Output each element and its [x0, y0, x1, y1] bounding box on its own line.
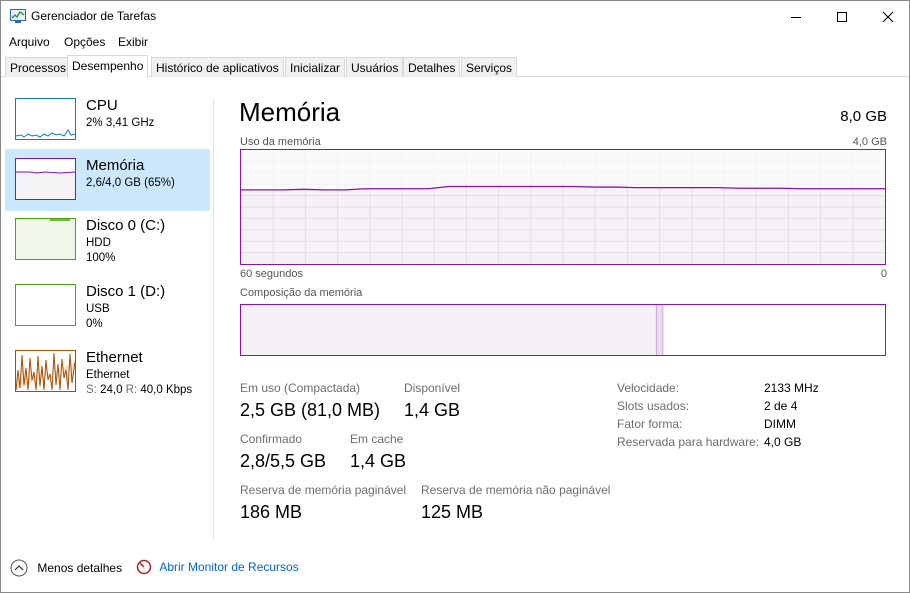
- window-title: Gerenciador de Tarefas: [31, 9, 157, 23]
- resource-monitor-label: Abrir Monitor de Recursos: [159, 560, 299, 574]
- maximize-button[interactable]: [819, 1, 865, 32]
- sidebar-cpu-usage: 2% 3,41 GHz: [86, 117, 155, 129]
- sidebar-memory-title: Memória: [86, 157, 145, 174]
- sidebar-item-memory[interactable]: Memória 2,6/4,0 GB (65%): [5, 149, 210, 211]
- form-factor-value: DIMM: [764, 417, 796, 431]
- performance-content: CPU 2% 3,41 GHz Memória 2,6/4,0 GB (65%)…: [1, 77, 909, 549]
- page-title: Memória: [239, 97, 341, 127]
- tab-details[interactable]: Detalhes: [403, 57, 461, 77]
- task-manager-window: Gerenciador de Tarefas Arquivo Opções Ex…: [0, 0, 910, 593]
- tab-services[interactable]: Serviços: [461, 57, 518, 77]
- tab-performance[interactable]: Desempenho: [67, 55, 149, 78]
- menu-options[interactable]: Opções: [64, 35, 105, 49]
- form-factor-label: Fator forma:: [617, 417, 683, 431]
- usage-free-area: [241, 150, 885, 190]
- close-button[interactable]: [865, 1, 910, 32]
- task-manager-icon: [10, 9, 26, 23]
- sidebar-ethernet-title: Ethernet: [86, 349, 143, 366]
- usage-graph-label: Uso da memória: [240, 136, 321, 148]
- ethernet-thumbnail-graph: [15, 350, 76, 392]
- minimize-button[interactable]: [773, 1, 819, 32]
- menu-view[interactable]: Exibir: [118, 35, 148, 49]
- sidebar-item-ethernet[interactable]: Ethernet Ethernet S: 24,0 R: 40,0 Kbps: [5, 343, 210, 405]
- usage-graph-max: 4,0 GB: [852, 136, 887, 148]
- resource-sidebar: CPU 2% 3,41 GHz Memória 2,6/4,0 GB (65%)…: [5, 91, 211, 547]
- paged-pool-value: 186 MB: [240, 502, 303, 522]
- cpu-thumbnail-graph: [15, 98, 76, 140]
- tab-startup[interactable]: Inicializar: [285, 57, 346, 77]
- speed-value: 2133 MHz: [764, 381, 819, 395]
- sidebar-disk0-usage: 100%: [86, 252, 116, 264]
- maximize-icon: [837, 11, 847, 22]
- cached-label: Em cache: [350, 432, 404, 446]
- nonpaged-pool-label: Reserva de memória não paginável: [421, 483, 611, 497]
- hardware-reserved-label: Reservada para hardware:: [617, 435, 760, 449]
- open-resource-monitor-link[interactable]: Abrir Monitor de Recursos: [136, 559, 299, 575]
- sidebar-disk0-type: HDD: [86, 237, 111, 249]
- less-details-label: Menos detalhes: [37, 561, 123, 575]
- speed-label: Velocidade:: [617, 381, 680, 395]
- ethernet-receive-label: R:: [125, 384, 138, 396]
- composition-label: Composição da memória: [240, 287, 363, 299]
- graph-time-label: 60 segundos: [240, 268, 303, 280]
- available-label: Disponível: [404, 381, 461, 395]
- slots-label: Slots usados:: [617, 399, 690, 413]
- tab-strip: Processos Desempenho Histórico de aplica…: [1, 55, 909, 78]
- sidebar-divider: [213, 99, 214, 539]
- sidebar-memory-usage: 2,6/4,0 GB (65%): [86, 177, 175, 189]
- chevron-up-icon: [10, 559, 28, 577]
- memory-detail-panel: Memória 8,0 GB Uso da memória 4,0 GB 60 …: [239, 77, 887, 549]
- sidebar-item-disk0[interactable]: Disco 0 (C:) HDD 100%: [5, 211, 210, 273]
- sidebar-item-disk1[interactable]: Disco 1 (D:) USB 0%: [5, 277, 210, 339]
- sidebar-disk1-usage: 0%: [86, 318, 103, 330]
- ethernet-send-value: 24,0: [100, 384, 123, 396]
- available-value: 1,4 GB: [404, 400, 461, 420]
- menu-file[interactable]: Arquivo: [9, 35, 50, 49]
- sidebar-disk1-title: Disco 1 (D:): [86, 283, 166, 300]
- committed-label: Confirmado: [240, 432, 303, 446]
- in-use-value: 2,5 GB (81,0 MB): [240, 400, 381, 420]
- sidebar-cpu-title: CPU: [86, 97, 118, 114]
- ethernet-receive-value: 40,0 Kbps: [140, 384, 193, 396]
- menu-bar: Arquivo Opções Exibir: [1, 32, 909, 52]
- title-bar[interactable]: Gerenciador de Tarefas: [1, 1, 909, 32]
- tab-users[interactable]: Usuários: [346, 57, 404, 77]
- sidebar-item-cpu[interactable]: CPU 2% 3,41 GHz: [5, 91, 210, 153]
- sidebar-ethernet-adapter: Ethernet: [86, 369, 130, 381]
- paged-pool-label: Reserva de memória paginável: [240, 483, 407, 497]
- close-icon: [882, 11, 894, 22]
- in-use-label: Em uso (Compactada): [240, 381, 361, 395]
- sidebar-disk1-type: USB: [86, 303, 110, 315]
- footer-bar: Menos detalhes Abrir Monitor de Recursos: [1, 551, 909, 591]
- memory-thumbnail-graph: [15, 158, 76, 200]
- tab-processes[interactable]: Processos: [5, 57, 72, 77]
- memory-usage-graph: [240, 149, 886, 265]
- memory-total: 8,0 GB: [840, 108, 887, 125]
- hardware-reserved-value: 4,0 GB: [764, 435, 802, 449]
- committed-value: 2,8/5,5 GB: [240, 451, 327, 471]
- resource-monitor-icon: [136, 559, 152, 575]
- cached-value: 1,4 GB: [350, 451, 407, 471]
- slots-value: 2 de 4: [764, 399, 798, 413]
- tab-app-history[interactable]: Histórico de aplicativos: [151, 57, 284, 77]
- ethernet-send-label: S:: [86, 384, 97, 396]
- composition-modified: [656, 305, 663, 355]
- disk0-thumbnail-graph: [15, 218, 76, 260]
- composition-in-use: [241, 305, 657, 355]
- graph-time-end: 0: [880, 268, 887, 280]
- minimize-icon: [791, 16, 801, 18]
- disk1-thumbnail-graph: [15, 284, 76, 326]
- sidebar-ethernet-throughput: S: 24,0 R: 40,0 Kbps: [86, 383, 192, 398]
- nonpaged-pool-value: 125 MB: [421, 502, 484, 522]
- memory-composition-bar: [240, 304, 886, 356]
- sidebar-disk0-title: Disco 0 (C:): [86, 217, 166, 234]
- less-details-toggle[interactable]: Menos detalhes: [10, 559, 122, 577]
